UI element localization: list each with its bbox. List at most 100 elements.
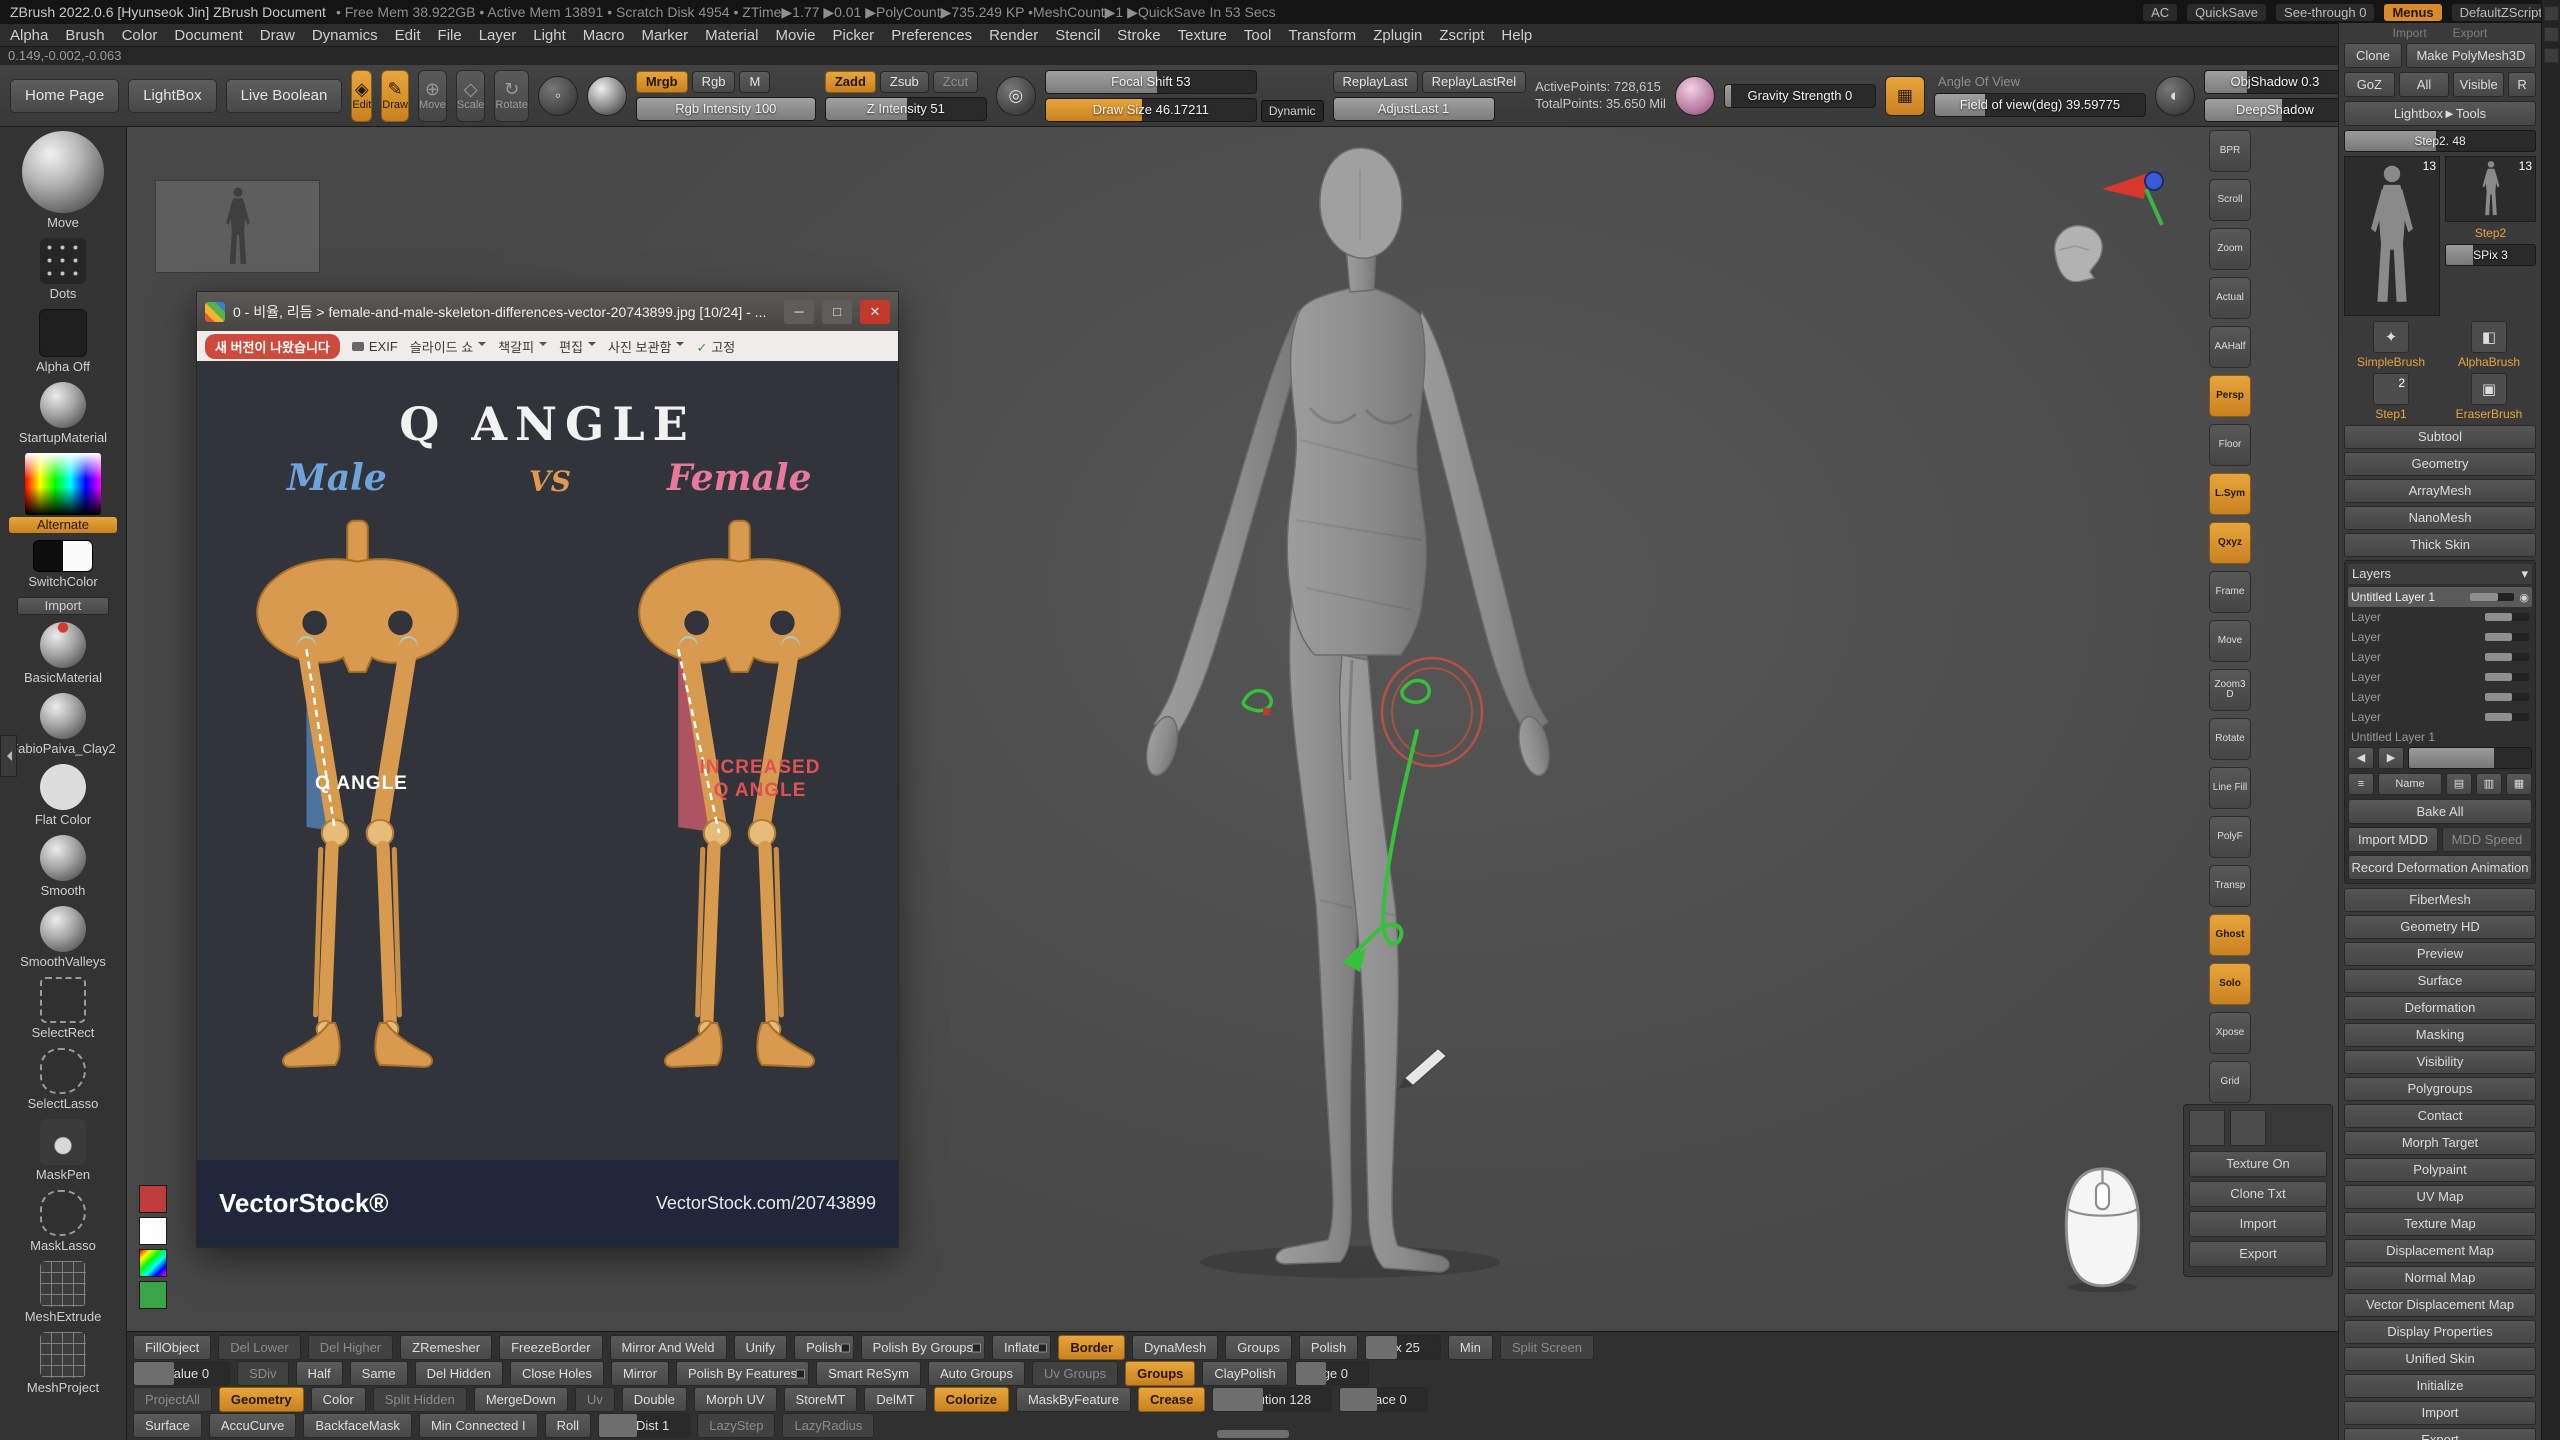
draw-size-slider[interactable]: Draw Size 46.17211 [1045,98,1257,122]
color-swatch[interactable] [139,1217,167,1245]
bottom-tray-button[interactable]: Max 25 [1365,1335,1441,1360]
bottom-tray-button[interactable]: Smart ReSym [816,1361,921,1386]
menu-item[interactable]: Render [989,27,1038,44]
menu-item[interactable]: Brush [65,27,104,44]
shelf-item[interactable]: SelectLasso [3,1048,123,1112]
deep-shadow-slider[interactable]: DeepShadow [2204,98,2346,122]
menu-item[interactable]: Layer [479,27,517,44]
bottom-tray-button[interactable]: Mirror [611,1361,669,1386]
shelf-item[interactable]: Smooth [3,835,123,899]
bottom-tray-button[interactable]: Min Connected I [419,1413,538,1438]
make-polymesh3d-button[interactable]: Make PolyMesh3D [2406,43,2536,68]
bottom-tray-button[interactable]: Del Higher [308,1335,393,1360]
menu-item[interactable]: Transform [1288,27,1356,44]
tool-menu-item[interactable]: Export [2344,1428,2536,1440]
layer-row[interactable]: Layer [2348,667,2532,687]
alphabrush-tool[interactable]: ◧ AlphaBrush [2442,321,2536,369]
lightbox-tools-button[interactable]: Lightbox►Tools [2344,101,2536,126]
layer-row[interactable]: Layer [2348,627,2532,647]
bottom-tray-button[interactable]: Surface 0 [1339,1387,1428,1412]
bottom-tray-button[interactable]: LazyStep [697,1413,775,1438]
strip-button[interactable]: PolyF [2209,816,2251,858]
strip-button[interactable]: Frame [2209,571,2251,613]
bottom-tray-button[interactable]: ZRemesher [400,1335,492,1360]
menu-item[interactable]: Dynamics [312,27,378,44]
bottom-tray-button[interactable]: FillObject [133,1335,211,1360]
menu-item[interactable]: Zplugin [1373,27,1422,44]
bottom-tray-button[interactable]: Groups [1225,1335,1292,1360]
record-deformation-button[interactable]: Record Deformation Animation [2348,855,2532,880]
texture-panel-button[interactable]: Export [2189,1241,2327,1267]
step2-tool-thumbnail[interactable]: 13 [2445,156,2536,222]
bottom-tray-button[interactable]: Double [622,1387,687,1412]
bake-all-button[interactable]: Bake All [2348,799,2532,824]
layer-duplicate-icon[interactable]: ▤ [2446,773,2472,795]
layer-list-icon[interactable]: ≡ [2348,773,2374,795]
bottom-tray-button[interactable]: Unify [734,1335,788,1360]
layer-intensity-slider[interactable] [2485,613,2529,621]
bottom-tray-button[interactable]: Half [296,1361,343,1386]
collapse-shelf-arrow-icon[interactable] [0,735,17,777]
layer-intensity-slider[interactable] [2470,593,2514,601]
tool-menu-item[interactable]: Geometry HD [2344,915,2536,939]
strip-button[interactable]: Transp [2209,865,2251,907]
menu-item[interactable]: Tool [1244,27,1272,44]
strip-button[interactable]: L.Sym [2209,473,2251,515]
lightbox-button[interactable]: LightBox [128,79,216,113]
shelf-item[interactable]: SelectRect [3,977,123,1041]
bottom-tray-button[interactable]: SDiv [237,1361,288,1386]
tool-menu-item[interactable]: Morph Target [2344,1131,2536,1155]
layer-merge-icon[interactable]: ▥ [2476,773,2502,795]
bottom-tray-button[interactable]: Polish By Groups [861,1335,985,1360]
menu-item[interactable]: File [438,27,462,44]
bottom-tray-button[interactable]: Auto Groups [928,1361,1025,1386]
obj-shadow-slider[interactable]: ObjShadow 0.3 [2204,70,2346,94]
fov-slider[interactable]: Field of view(deg) 39.59775 [1934,93,2146,117]
edit-menu[interactable]: 편집 [559,337,596,356]
bookmark-menu[interactable]: 책갈피 [498,337,547,356]
texture-thumb-icon[interactable] [2189,1110,2225,1146]
bottom-tray-button[interactable]: Groups [1125,1361,1195,1386]
zadd-button[interactable]: Zadd [825,71,876,93]
edge-button-icon[interactable] [2544,27,2559,42]
bottom-tray-button[interactable]: Split Screen [1500,1335,1594,1360]
rgb-button[interactable]: Rgb [692,71,736,93]
menu-item[interactable]: Color [122,27,158,44]
color-swatch[interactable] [139,1281,167,1309]
menu-item[interactable]: Preferences [891,27,972,44]
shelf-item[interactable]: Move [3,131,123,231]
see-through-slider[interactable]: See-through 0 [2276,4,2374,21]
strip-button[interactable]: Persp [2209,375,2251,417]
home-page-button[interactable]: Home Page [10,79,119,113]
tool-menu-item[interactable]: Vector Displacement Map [2344,1293,2536,1317]
strip-button[interactable]: Scroll [2209,179,2251,221]
shelf-item[interactable]: SwitchColor [3,540,123,590]
eraserbrush-tool[interactable]: ▣ EraserBrush [2442,373,2536,421]
strip-button[interactable]: Grid [2209,1061,2251,1103]
shelf-item[interactable]: SmoothValleys [3,906,123,970]
bottom-tray-button[interactable]: Geometry [219,1387,304,1412]
bottom-tray-button[interactable]: Split Hidden [373,1387,467,1412]
bottom-tray-button[interactable]: StoreMT [784,1387,858,1412]
bottom-tray-button[interactable]: Crease [1138,1387,1205,1412]
goz-r-button[interactable]: R [2508,72,2536,97]
strip-button[interactable]: Floor [2209,424,2251,466]
tool-menu-item[interactable]: Masking [2344,1023,2536,1047]
bottom-tray-button[interactable]: Del Hidden [415,1361,503,1386]
tool-menu-item[interactable]: Normal Map [2344,1266,2536,1290]
tool-section-button[interactable]: Thick Skin [2344,533,2536,557]
bottom-tray-button[interactable]: Morph UV [694,1387,777,1412]
shelf-item[interactable]: MeshExtrude [3,1261,123,1325]
goz-all-button[interactable]: All [2399,72,2450,97]
bottom-tray-button[interactable]: DynaMesh [1132,1335,1218,1360]
bottom-tray-button[interactable]: Close Holes [510,1361,604,1386]
spix-slider[interactable]: SPix 3 [2445,244,2536,266]
image-viewer-window[interactable]: 0 - 비율, 리듬 > female-and-male-skeleton-di… [196,291,899,1248]
layer-blend-slider[interactable] [2408,747,2532,769]
bottom-tray-button[interactable]: DelMT [864,1387,926,1412]
focal-shift-slider[interactable]: Focal Shift 53 [1045,70,1257,94]
tool-menu-item[interactable]: Polypaint [2344,1158,2536,1182]
texture-panel-button[interactable]: Clone Txt [2189,1181,2327,1207]
bottom-tray-button[interactable]: Colorize [934,1387,1009,1412]
sculpt-canvas[interactable]: 0 - 비율, 리듬 > female-and-male-skeleton-di… [127,127,2338,1331]
